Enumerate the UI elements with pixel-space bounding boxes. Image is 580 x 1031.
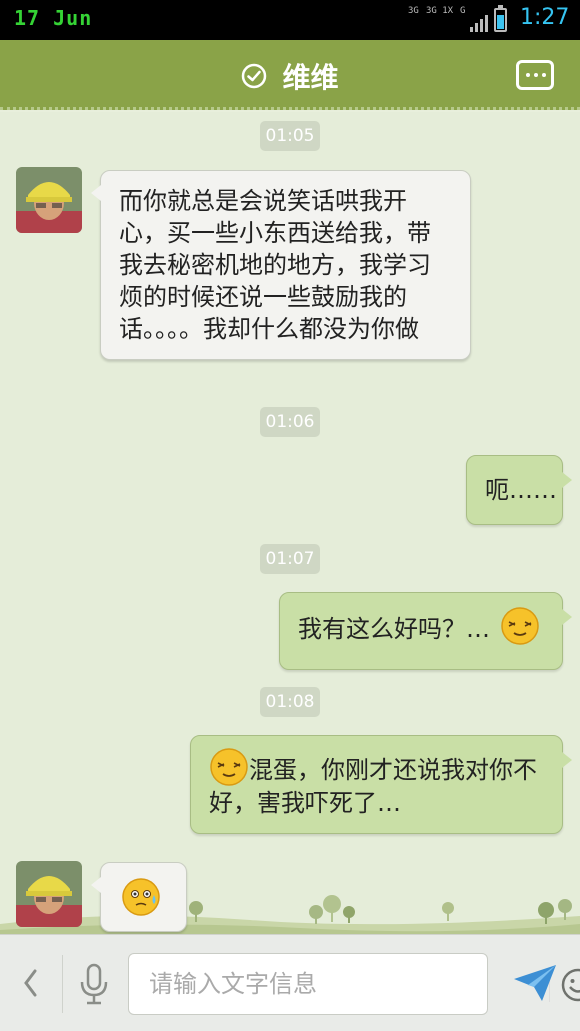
timestamp: 01:06: [260, 407, 320, 437]
network-3g-label: 3G: [408, 6, 419, 16]
chat-header: 维维: [0, 40, 580, 110]
input-bar: 请输入文字信息: [0, 934, 580, 1031]
check-circle-icon: [242, 63, 267, 89]
smiley-icon[interactable]: [559, 966, 580, 1004]
message-bubble-received[interactable]: 而你就总是会说笑话哄我开心，买一些小东西送给我，带我去秘密机地的地方，我学习烦的…: [91, 170, 471, 360]
sleepy-smile-emoji: [210, 748, 248, 786]
more-dot: [534, 73, 538, 77]
more-dots-icon: [526, 73, 530, 77]
signal-bars-icon: [470, 15, 488, 32]
battery-icon: [494, 5, 507, 32]
message-input-placeholder: 请输入文字信息: [149, 970, 317, 998]
message-text: 而你就总是会说笑话哄我开心，买一些小东西送给我，带我去秘密机地的地方，我学习烦的…: [119, 187, 431, 343]
more-options-button[interactable]: [516, 60, 554, 90]
message-input[interactable]: 请输入文字信息: [128, 953, 580, 1015]
more-dot: [542, 73, 546, 77]
message-bubble-sent[interactable]: 混蛋，你刚才还说我对你不好，害我吓死了…: [190, 735, 572, 834]
message-text: 混蛋，你刚才还说我对你不好，害我吓死了…: [209, 756, 537, 817]
network-3g1x-label: 3G 1X: [426, 6, 454, 16]
status-time: 1:27: [520, 5, 570, 30]
message-bubble-received[interactable]: [91, 862, 187, 932]
signal-indicators: 3G 3G 1X G: [408, 6, 488, 34]
scenery-decoration: [0, 895, 580, 934]
timestamp: 01:08: [260, 687, 320, 717]
status-bar: 17 Jun 3G 3G 1X G 1:27: [0, 0, 580, 40]
message-list[interactable]: 01:05 而你就总是会说笑话哄我开心，买一些小东西送给我，带我去秘密机地的地方…: [0, 112, 580, 934]
sleepy-smile-emoji: [500, 607, 539, 645]
send-icon[interactable]: [512, 963, 558, 1003]
message-bubble-sent[interactable]: 呃……: [466, 455, 572, 525]
chevron-left-icon[interactable]: [18, 965, 42, 1001]
timestamp: 01:07: [260, 544, 320, 574]
microphone-icon[interactable]: [78, 963, 110, 1005]
contact-avatar[interactable]: [16, 861, 82, 927]
message-bubble-sent[interactable]: 我有这么好吗？…: [279, 592, 572, 670]
status-date: 17 Jun: [14, 6, 93, 30]
message-text: 呃……: [485, 476, 557, 504]
timestamp: 01:05: [260, 121, 320, 151]
network-g-label: G: [460, 6, 466, 16]
contact-name: 维维: [282, 61, 339, 94]
message-text: 我有这么好吗？…: [298, 615, 490, 643]
divider: [62, 955, 63, 1013]
nervous-sweat-emoji: [122, 878, 160, 916]
contact-avatar[interactable]: [16, 167, 82, 233]
